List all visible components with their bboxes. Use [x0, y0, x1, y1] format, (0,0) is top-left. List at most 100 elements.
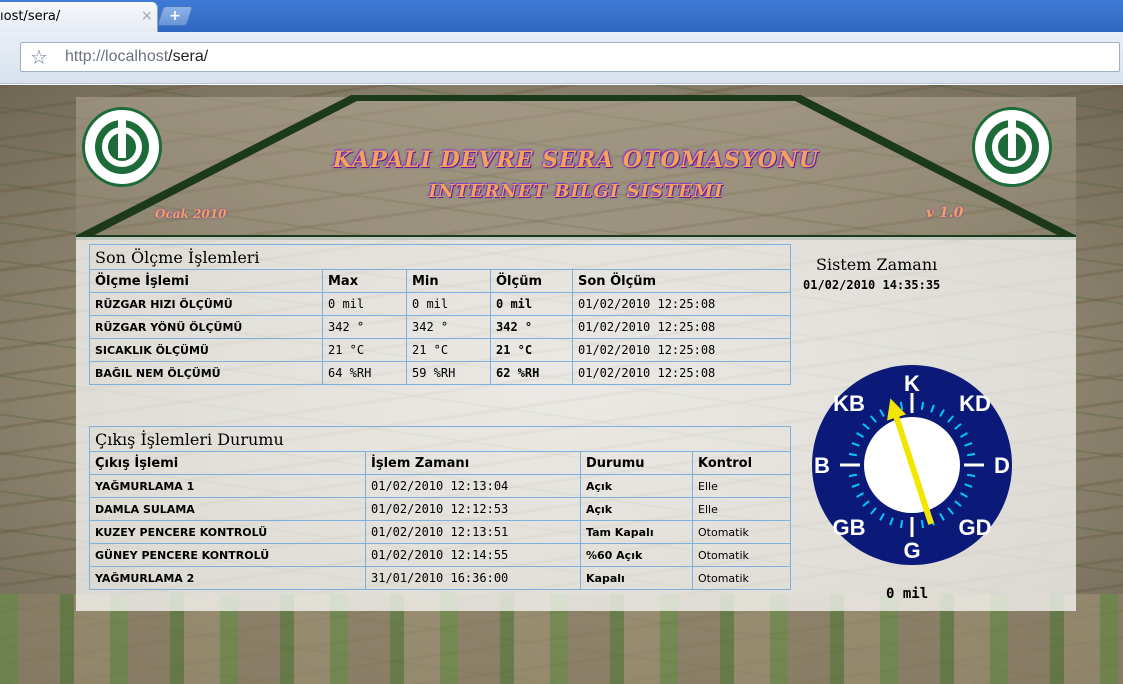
- outputs-table: Çıkış İşlemleri Durumu Çıkış İşlemi İşle…: [89, 426, 791, 590]
- system-time-label: Sistem Zamanı: [816, 255, 938, 274]
- measurement-name: RÜZGAR HIZI ÖLÇÜMÜ: [89, 292, 323, 316]
- column-header: Ölçme İşlemi: [89, 269, 323, 293]
- date-tag: Ocak 2010: [155, 207, 227, 221]
- measurement-max: 0 mil: [322, 292, 407, 316]
- measurement-max: 21 °C: [322, 338, 407, 362]
- browser-tab-bar: ıost/sera/ × +: [0, 0, 1123, 32]
- table-row: RÜZGAR HIZI ÖLÇÜMÜ 0 mil 0 mil 0 mil 01/…: [89, 292, 791, 316]
- output-time: 31/01/2010 16:36:00: [365, 566, 581, 590]
- address-bar[interactable]: ☆ http://localhost/sera/: [20, 42, 1120, 72]
- output-name: KUZEY PENCERE KONTROLÜ: [89, 520, 366, 544]
- output-time: 01/02/2010 12:14:55: [365, 543, 581, 567]
- column-header: Max: [322, 269, 407, 293]
- output-name: YAĞMURLAMA 2: [89, 566, 366, 590]
- output-status: Kapalı: [580, 566, 693, 590]
- version-label: v 1.0: [926, 205, 964, 221]
- compass-label-n: K: [904, 371, 920, 396]
- measurement-value: 21 °C: [490, 338, 573, 362]
- measurement-last: 01/02/2010 12:25:08: [572, 361, 791, 385]
- output-time: 01/02/2010 12:13:51: [365, 520, 581, 544]
- column-header: Durumu: [580, 451, 693, 475]
- measurement-name: RÜZGAR YÖNÜ ÖLÇÜMÜ: [89, 315, 323, 339]
- table-row: DAMLA SULAMA 01/02/2010 12:12:53 Açık El…: [89, 497, 791, 521]
- table-header-row: Ölçme İşlemi Max Min Ölçüm Son Ölçüm: [89, 269, 791, 293]
- table-row: SICAKLIK ÖLÇÜMÜ 21 °C 21 °C 21 °C 01/02/…: [89, 338, 791, 362]
- compass-label-sw: GB: [833, 515, 866, 540]
- output-time: 01/02/2010 12:12:53: [365, 497, 581, 521]
- compass-label-nw: KB: [833, 391, 865, 416]
- output-status: Açık: [580, 497, 693, 521]
- measurement-last: 01/02/2010 12:25:08: [572, 338, 791, 362]
- outputs-title: Çıkış İşlemleri Durumu: [89, 426, 791, 452]
- output-control: Elle: [692, 474, 791, 498]
- measurement-name: SICAKLIK ÖLÇÜMÜ: [89, 338, 323, 362]
- tab-title: ıost/sera/: [0, 9, 61, 24]
- output-status: Açık: [580, 474, 693, 498]
- page-background: KAPALI DEVRE SERA OTOMASYONU INTERNET BI…: [0, 85, 1123, 684]
- output-status: %60 Açık: [580, 543, 693, 567]
- compass-label-w: B: [814, 453, 830, 478]
- output-control: Otomatik: [692, 566, 791, 590]
- table-header-row: Çıkış İşlemi İşlem Zamanı Durumu Kontrol: [89, 451, 791, 475]
- measurement-max: 342 °: [322, 315, 407, 339]
- system-time-value: 01/02/2010 14:35:35: [803, 278, 941, 292]
- output-control: Otomatik: [692, 520, 791, 544]
- column-header: Kontrol: [692, 451, 791, 475]
- compass-tick: [848, 473, 858, 478]
- output-name: GÜNEY PENCERE KONTROLÜ: [89, 543, 366, 567]
- url-path: /sera/: [168, 48, 209, 65]
- measurement-min: 21 °C: [406, 338, 491, 362]
- compass-tick: [966, 452, 976, 457]
- column-header: İşlem Zamanı: [365, 451, 581, 475]
- compass-tick: [899, 519, 904, 529]
- compass-tick: [920, 401, 925, 411]
- compass-tick: [848, 452, 858, 457]
- compass-tick: [920, 519, 925, 529]
- measurements-title: Son Ölçme İşlemleri: [89, 244, 791, 270]
- table-row: RÜZGAR YÖNÜ ÖLÇÜMÜ 342 ° 342 ° 342 ° 01/…: [89, 315, 791, 339]
- table-row: GÜNEY PENCERE KONTROLÜ 01/02/2010 12:14:…: [89, 543, 791, 567]
- table-row: YAĞMURLAMA 2 31/01/2010 16:36:00 Kapalı …: [89, 566, 791, 590]
- bookmark-star-icon[interactable]: ☆: [30, 45, 48, 69]
- output-control: Elle: [692, 497, 791, 521]
- plus-icon: +: [169, 8, 181, 24]
- output-name: DAMLA SULAMA: [89, 497, 366, 521]
- wind-speed: 0 mil: [886, 586, 929, 602]
- column-header: Min: [406, 269, 491, 293]
- tab-close-icon[interactable]: ×: [141, 8, 153, 24]
- compass-label-s: G: [903, 538, 920, 563]
- column-header: Son Ölçüm: [572, 269, 791, 293]
- page-title: KAPALI DEVRE SERA OTOMASYONU: [332, 147, 820, 173]
- compass-tick: [966, 473, 976, 478]
- measurement-min: 342 °: [406, 315, 491, 339]
- measurement-min: 0 mil: [406, 292, 491, 316]
- compass-label-ne: KD: [959, 391, 991, 416]
- output-status: Tam Kapalı: [580, 520, 693, 544]
- output-name: YAĞMURLAMA 1: [89, 474, 366, 498]
- compass-label-e: D: [994, 453, 1010, 478]
- compass-label-se: GD: [959, 515, 992, 540]
- new-tab-button[interactable]: +: [156, 6, 194, 26]
- measurement-max: 64 %RH: [322, 361, 407, 385]
- measurement-value: 342 °: [490, 315, 573, 339]
- browser-tab[interactable]: ıost/sera/ ×: [0, 2, 158, 32]
- measurements-table: Son Ölçme İşlemleri Ölçme İşlemi Max Min…: [89, 244, 791, 385]
- compass-tick: [899, 401, 904, 411]
- table-row: BAĞIL NEM ÖLÇÜMÜ 64 %RH 59 %RH 62 %RH 01…: [89, 361, 791, 385]
- measurement-min: 59 %RH: [406, 361, 491, 385]
- url-text[interactable]: http://localhost/sera/: [65, 48, 208, 66]
- measurement-last: 01/02/2010 12:25:08: [572, 292, 791, 316]
- measurement-last: 01/02/2010 12:25:08: [572, 315, 791, 339]
- browser-toolbar: ☆ http://localhost/sera/: [0, 32, 1123, 84]
- output-control: Otomatik: [692, 543, 791, 567]
- column-header: Ölçüm: [490, 269, 573, 293]
- measurement-value: 62 %RH: [490, 361, 573, 385]
- page-subtitle: INTERNET BILGI SISTEMI: [428, 181, 724, 202]
- output-time: 01/02/2010 12:13:04: [365, 474, 581, 498]
- url-host: http://localhost: [65, 48, 169, 65]
- measurement-value: 0 mil: [490, 292, 573, 316]
- table-row: KUZEY PENCERE KONTROLÜ 01/02/2010 12:13:…: [89, 520, 791, 544]
- column-header: Çıkış İşlemi: [89, 451, 366, 475]
- wind-compass: K KD D GD G GB B KB: [812, 365, 1012, 565]
- table-row: YAĞMURLAMA 1 01/02/2010 12:13:04 Açık El…: [89, 474, 791, 498]
